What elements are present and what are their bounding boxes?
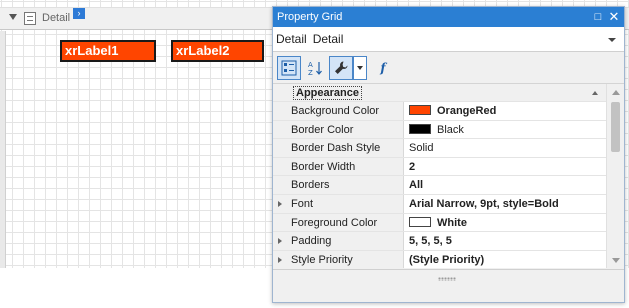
property-row[interactable]: Borders All xyxy=(273,176,606,195)
property-value-text: Solid xyxy=(409,142,434,155)
property-name: Borders xyxy=(291,176,404,194)
categorized-button[interactable] xyxy=(277,56,301,80)
property-value-text: OrangeRed xyxy=(437,105,497,117)
property-name: Border Width xyxy=(291,157,404,176)
vertical-scrollbar[interactable] xyxy=(606,84,624,268)
expand-icon[interactable] xyxy=(278,200,282,207)
property-value[interactable]: (Style Priority) xyxy=(404,251,606,268)
row-gutter xyxy=(273,213,291,232)
property-row[interactable]: Padding 5, 5, 5, 5 xyxy=(273,232,606,251)
property-value-text: 5, 5, 5, 5 xyxy=(409,235,452,248)
property-value[interactable]: White xyxy=(404,214,606,232)
property-value[interactable]: All xyxy=(404,176,606,194)
property-value[interactable]: OrangeRed xyxy=(404,102,606,120)
function-icon: f xyxy=(380,61,386,75)
categorized-icon xyxy=(281,60,297,76)
svg-text:A: A xyxy=(308,61,313,69)
property-row[interactable]: Foreground Color White xyxy=(273,213,606,233)
expand-icon[interactable] xyxy=(278,238,282,245)
color-swatch xyxy=(409,105,431,115)
close-icon[interactable]: ✕ xyxy=(606,7,622,27)
band-icon xyxy=(24,12,36,25)
property-value[interactable]: 2 xyxy=(404,158,606,176)
row-gutter xyxy=(273,176,291,194)
row-gutter xyxy=(273,250,291,268)
scroll-thumb[interactable] xyxy=(611,102,620,152)
wrench-icon xyxy=(335,61,348,74)
description-pane xyxy=(273,269,624,302)
property-value[interactable]: Black xyxy=(404,121,606,139)
chevron-down-icon xyxy=(357,66,363,70)
selected-object-type: Detail xyxy=(312,32,344,46)
color-swatch xyxy=(409,216,431,227)
property-value-text: 2 xyxy=(409,160,416,173)
property-value[interactable]: 5, 5, 5, 5 xyxy=(404,232,606,250)
scroll-up-icon[interactable] xyxy=(612,90,620,95)
property-name: Foreground Color xyxy=(291,213,404,232)
row-gutter xyxy=(273,139,291,157)
selected-object-name: Detail xyxy=(276,32,307,46)
property-value[interactable]: Arial Narrow, 9pt, style=Bold xyxy=(404,195,606,213)
alphabetical-button[interactable]: A Z xyxy=(303,56,327,80)
category-appearance[interactable]: Appearance xyxy=(273,84,606,102)
property-row[interactable]: Border Width 2 xyxy=(273,157,606,177)
row-gutter xyxy=(273,157,291,176)
property-name: Padding xyxy=(291,232,404,250)
property-row[interactable]: Border Dash Style Solid xyxy=(273,139,606,158)
xrlabel2-control[interactable]: xrLabel2 xyxy=(171,40,264,62)
expand-icon[interactable] xyxy=(278,256,282,263)
property-value-text: White xyxy=(437,216,467,229)
maximize-icon[interactable]: □ xyxy=(590,7,606,27)
property-grid-panel: Property Grid □ ✕ Detail Detail A Z f Ap… xyxy=(272,6,625,303)
property-name: Border Color xyxy=(291,120,404,139)
svg-text:Z: Z xyxy=(308,69,313,76)
smart-tag-icon[interactable]: › xyxy=(73,8,85,19)
property-value-text: Black xyxy=(437,123,464,136)
category-label: Appearance xyxy=(293,86,362,100)
row-gutter xyxy=(273,102,291,120)
property-row[interactable]: Font Arial Narrow, 9pt, style=Bold xyxy=(273,194,606,214)
property-row[interactable]: Style Priority (Style Priority) xyxy=(273,250,606,268)
collapse-band-icon[interactable] xyxy=(9,14,17,20)
scroll-down-icon[interactable] xyxy=(612,258,620,263)
band-body-strip xyxy=(0,31,6,268)
sort-az-icon: A Z xyxy=(308,61,322,77)
property-grid-titlebar: Property Grid □ ✕ xyxy=(273,7,624,27)
properties-button[interactable] xyxy=(329,56,353,80)
events-button[interactable]: f xyxy=(371,56,395,80)
property-name: Background Color xyxy=(291,102,404,120)
property-grid-title: Property Grid xyxy=(277,11,343,23)
property-value-text: All xyxy=(409,179,424,192)
collapse-icon[interactable] xyxy=(592,91,598,95)
property-value-text: (Style Priority) xyxy=(409,253,485,266)
row-gutter xyxy=(273,232,291,250)
property-name: Style Priority xyxy=(291,250,404,268)
row-gutter xyxy=(273,120,291,139)
object-selector[interactable]: Detail Detail xyxy=(273,27,624,52)
properties-dropdown[interactable] xyxy=(353,56,367,80)
property-row[interactable]: Border Color Black xyxy=(273,120,606,140)
property-row[interactable]: Background Color OrangeRed xyxy=(273,102,606,121)
property-list[interactable]: Appearance Background Color OrangeRed Bord… xyxy=(273,83,624,268)
chevron-down-icon[interactable] xyxy=(608,38,616,42)
property-value-text: Arial Narrow, 9pt, style=Bold xyxy=(409,197,559,210)
property-value[interactable]: Solid xyxy=(404,139,606,157)
xrlabel1-control[interactable]: xrLabel1 xyxy=(60,40,156,62)
color-swatch xyxy=(409,123,431,134)
row-gutter xyxy=(273,194,291,213)
resize-grip-icon[interactable] xyxy=(438,277,456,281)
band-label: Detail xyxy=(42,12,71,24)
property-name: Border Dash Style xyxy=(291,139,404,157)
property-name: Font xyxy=(291,194,404,213)
property-grid-toolbar: A Z f xyxy=(273,53,624,83)
